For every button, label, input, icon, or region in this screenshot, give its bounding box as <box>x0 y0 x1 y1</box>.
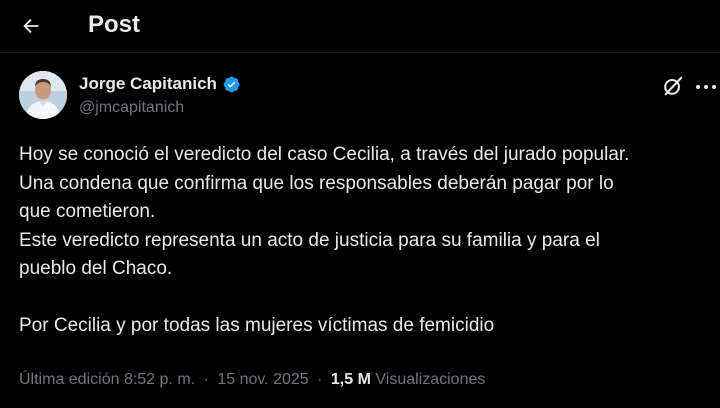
grok-button[interactable] <box>660 73 686 99</box>
views-label: Visualizaciones <box>375 371 486 388</box>
post-date-link[interactable]: 15 nov. 2025 <box>217 371 308 388</box>
meta-separator: · <box>317 371 323 388</box>
post-date: 15 nov. 2025 <box>217 371 309 388</box>
post-line: Por Cecilia y por todas las mujeres víct… <box>19 314 495 336</box>
edited-label: Última edición <box>19 371 120 388</box>
post-line: Una condena que confirma que los respons… <box>19 172 614 194</box>
verified-badge-icon <box>222 75 241 94</box>
more-options-button[interactable] <box>694 77 718 97</box>
back-button[interactable] <box>14 9 48 43</box>
views-count: 1,5 M <box>330 371 371 388</box>
author-handle[interactable]: @jmcapitanich <box>79 98 184 118</box>
meta-separator: · <box>203 371 209 388</box>
post-line: que cometieron. <box>19 201 156 222</box>
views-link[interactable]: 1,5 M Visualizaciones <box>331 371 485 388</box>
profile-photo <box>19 71 67 119</box>
header-divider <box>0 52 720 53</box>
arrow-left-icon <box>23 18 39 34</box>
avatar[interactable] <box>19 71 67 119</box>
post-line: pueblo del Chaco. <box>19 258 173 279</box>
post-line: Este veredicto representa un acto de jus… <box>19 229 600 251</box>
grok-icon <box>664 76 683 96</box>
post-meta: Última edición 8:52 p. m. · 15 nov. 2025… <box>19 369 485 391</box>
post-time-link[interactable]: 8:52 p. m. <box>124 371 195 388</box>
post-line: Hoy se conoció el veredicto del caso Cec… <box>19 144 630 165</box>
top-header: Post <box>0 0 720 52</box>
author-name-text: Jorge Capitanich <box>79 74 217 93</box>
more-horizontal-icon <box>696 85 716 89</box>
post-page: Post Jorge Capitanich @jmcapitanich Hoy … <box>0 0 720 408</box>
post-time: 8:52 p. m. <box>123 371 196 388</box>
post-text: Hoy se conoció el veredicto del caso Cec… <box>19 141 709 340</box>
author-name[interactable]: Jorge Capitanich <box>79 73 241 95</box>
page-title: Post <box>88 11 141 38</box>
